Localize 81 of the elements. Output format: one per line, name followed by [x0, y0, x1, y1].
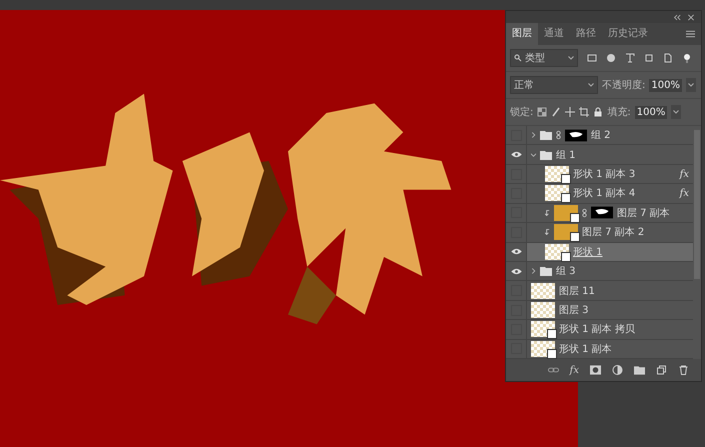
layer-name: 图层 3	[559, 304, 589, 317]
add-style-button[interactable]: fx	[570, 364, 579, 376]
layer-thumbnail	[531, 302, 555, 318]
folder-icon[interactable]	[634, 365, 645, 375]
opacity-dropdown-icon[interactable]	[686, 78, 696, 92]
layer-name: 图层 7 副本	[617, 206, 670, 220]
eye-icon[interactable]	[510, 268, 522, 275]
panel-tab[interactable]: 路径	[570, 23, 602, 45]
effects-indicator[interactable]: fx	[680, 168, 689, 180]
panel-tab[interactable]: 图层	[506, 23, 538, 45]
blend-mode-dropdown[interactable]: 正常	[510, 76, 598, 94]
shape-filter-icon[interactable]	[644, 53, 654, 63]
collapse-icon[interactable]	[673, 14, 681, 20]
layer-thumbnail	[531, 282, 555, 299]
folder-icon	[540, 266, 552, 276]
layer-name: 形状 1	[573, 246, 603, 259]
layer-thumbnail	[545, 166, 569, 182]
opacity-label: 不透明度:	[602, 78, 646, 92]
layer-row[interactable]: 组 2	[506, 126, 693, 146]
eye-icon[interactable]	[510, 248, 522, 256]
fill-label: 填充:	[607, 106, 631, 119]
layer-name: 形状 1 副本 4	[573, 186, 636, 200]
layer-row[interactable]: 形状 1 副本 3 fx	[506, 164, 693, 184]
link-icon	[582, 208, 587, 218]
layer-row[interactable]: 形状 1 副本 拷贝	[506, 320, 693, 340]
menu-icon[interactable]	[686, 30, 695, 38]
eye-icon[interactable]	[510, 151, 522, 158]
chevron-icon[interactable]	[531, 152, 536, 158]
adjustment-icon[interactable]	[612, 365, 623, 375]
crop-icon[interactable]	[579, 107, 590, 117]
smart-object-filter-icon[interactable]	[663, 53, 673, 63]
layer-thumbnail	[554, 204, 578, 221]
new-layer-icon[interactable]	[656, 365, 667, 375]
layer-row[interactable]: 图层 3	[506, 300, 693, 320]
image-filter-icon[interactable]	[587, 53, 597, 63]
checkerboard-icon[interactable]	[537, 107, 548, 117]
scrollbar[interactable]	[694, 130, 700, 279]
layer-name: 形状 1 副本 3	[573, 168, 636, 182]
panel-tab[interactable]: 历史记录	[602, 23, 654, 45]
layer-row[interactable]: 图层 11	[506, 281, 693, 301]
layer-name: 形状 1 副本	[559, 342, 612, 356]
opacity-field[interactable]: 100%	[649, 78, 682, 92]
link-icon	[556, 130, 561, 140]
folder-icon	[540, 150, 552, 160]
filter-dropdown[interactable]: 类型	[510, 49, 578, 67]
move-icon[interactable]	[565, 107, 576, 117]
layer-row[interactable]: 图层 7 副本	[506, 204, 693, 224]
trash-icon[interactable]	[678, 365, 689, 375]
layer-name: 图层 7 副本 2	[582, 226, 644, 240]
layer-thumbnail	[531, 321, 555, 338]
chevron-icon[interactable]	[531, 132, 536, 138]
layer-thumbnail	[554, 224, 578, 240]
brush-icon[interactable]	[551, 107, 562, 117]
layer-name: 组 1	[556, 148, 576, 162]
caret-icon	[588, 83, 594, 87]
fill-field[interactable]: 100%	[634, 106, 668, 118]
caret-icon	[568, 56, 574, 60]
search-icon	[514, 54, 522, 62]
layer-name: 组 2	[591, 129, 611, 142]
layer-name: 形状 1 副本 拷贝	[559, 322, 635, 336]
panel-tab[interactable]: 通道	[538, 23, 570, 45]
layer-thumbnail	[531, 340, 555, 357]
lock-label: 锁定:	[510, 106, 534, 119]
layer-name: 图层 11	[559, 284, 595, 298]
toggle-filter-icon[interactable]	[682, 53, 692, 63]
layer-row[interactable]: 组 1	[506, 145, 693, 165]
layer-thumbnail	[545, 244, 569, 260]
folder-icon	[540, 130, 552, 140]
chevron-icon[interactable]	[531, 268, 536, 274]
layer-name: 组 3	[556, 265, 576, 278]
mask-icon[interactable]	[590, 365, 601, 375]
adjustment-filter-icon[interactable]	[606, 53, 616, 63]
effects-indicator[interactable]: fx	[680, 188, 689, 199]
link-icon[interactable]	[548, 365, 559, 375]
close-icon[interactable]	[687, 14, 695, 20]
layer-row[interactable]: 形状 1 副本 4 fx	[506, 184, 693, 204]
layer-row[interactable]: 组 3	[506, 262, 693, 282]
lock-icon[interactable]	[593, 107, 604, 117]
fill-dropdown-icon[interactable]	[671, 105, 682, 119]
layer-thumbnail	[545, 185, 569, 202]
type-filter-icon[interactable]	[625, 53, 635, 63]
